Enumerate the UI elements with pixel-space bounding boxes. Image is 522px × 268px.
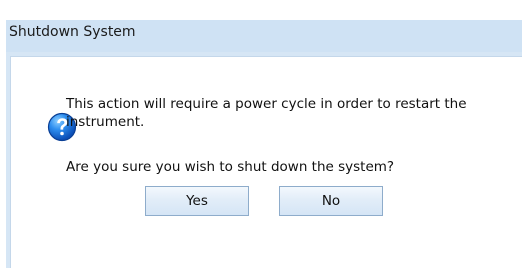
yes-button[interactable]: Yes xyxy=(145,186,249,216)
message-line: This action will require a power cycle i… xyxy=(66,96,467,130)
dialog-titlebar[interactable]: Shutdown System xyxy=(6,20,522,52)
top-background-strip xyxy=(0,0,522,20)
shutdown-dialog: Shutdown System xyxy=(6,20,522,268)
dialog-question: Are you sure you wish to shut down the s… xyxy=(66,159,395,175)
dialog-title: Shutdown System xyxy=(9,24,136,40)
no-button[interactable]: No xyxy=(279,186,383,216)
dialog-message: This action will require a power cycle i… xyxy=(66,95,516,131)
screen: Shutdown System This action will require… xyxy=(0,0,522,268)
